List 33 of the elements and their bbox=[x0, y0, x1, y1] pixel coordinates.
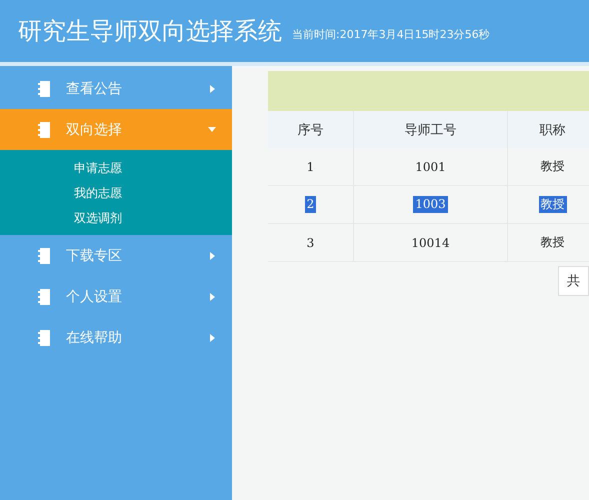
notebook-icon bbox=[38, 330, 50, 346]
current-time: 当前时间:2017年3月4日15时23分56秒 bbox=[292, 26, 490, 42]
app-title: 研究生导师双向选择系统 bbox=[18, 16, 282, 47]
table-cell: 10014 bbox=[354, 224, 508, 262]
caret-right-icon bbox=[210, 334, 216, 342]
notebook-icon bbox=[38, 248, 50, 264]
table-cell: 教授 bbox=[508, 186, 589, 224]
table-cell: 教授 bbox=[508, 148, 589, 186]
submenu-item[interactable]: 我的志愿 bbox=[0, 181, 232, 206]
column-header: 导师工号 bbox=[354, 111, 508, 148]
pagination-info: 共 bbox=[558, 266, 589, 296]
submenu-item[interactable]: 双选调剂 bbox=[0, 206, 232, 231]
table-cell: 1 bbox=[268, 148, 354, 186]
menu-item[interactable]: 下载专区 bbox=[0, 235, 232, 276]
table-cell: 1001 bbox=[354, 148, 508, 186]
menu-item[interactable]: 个人设置 bbox=[0, 276, 232, 317]
submenu-item[interactable]: 申请志愿 bbox=[0, 156, 232, 181]
caret-down-icon bbox=[208, 126, 216, 132]
notebook-icon bbox=[38, 122, 50, 138]
menu-item[interactable]: 在线帮助 bbox=[0, 317, 232, 358]
table-cell: 2 bbox=[268, 186, 354, 224]
table-cell: 教授 bbox=[508, 224, 589, 262]
caret-right-icon bbox=[210, 84, 216, 92]
notebook-icon bbox=[38, 80, 50, 96]
notebook-icon bbox=[38, 288, 50, 304]
menu-item[interactable]: 双向选择 bbox=[0, 109, 232, 150]
menu-item[interactable]: 查看公告 bbox=[0, 68, 232, 109]
caret-right-icon bbox=[210, 252, 216, 260]
table-cell: 1003 bbox=[354, 186, 508, 224]
caret-right-icon bbox=[210, 292, 216, 300]
table-cell: 3 bbox=[268, 224, 354, 262]
column-header: 序号 bbox=[268, 111, 354, 148]
column-header: 职称 bbox=[508, 111, 589, 148]
